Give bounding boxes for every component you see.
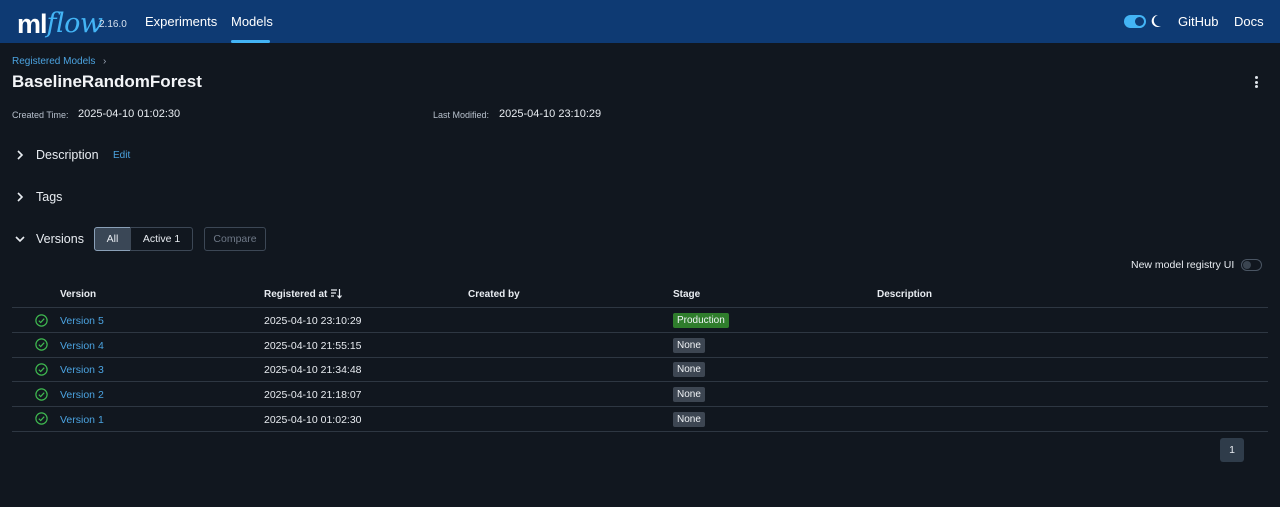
column-header-stage: Stage	[673, 289, 701, 300]
nav-active-indicator	[231, 40, 270, 43]
nav-models[interactable]: Models	[231, 14, 273, 29]
column-header-version: Version	[60, 289, 97, 300]
theme-toggle[interactable]	[1124, 15, 1146, 28]
stage-badge: None	[673, 362, 705, 377]
created-time-value: 2025-04-10 01:02:30	[78, 108, 181, 120]
page-title: BaselineRandomForest	[12, 72, 202, 91]
check-circle-icon	[35, 314, 48, 327]
table-row-divider	[12, 381, 1268, 382]
nav-docs[interactable]: Docs	[1234, 14, 1264, 29]
version-link[interactable]: Version 4	[60, 340, 104, 352]
filter-active-button[interactable]: Active 1	[130, 227, 193, 251]
stage-badge: None	[673, 387, 705, 402]
chevron-right-icon[interactable]	[14, 191, 26, 203]
registered-at-cell: 2025-04-10 21:18:07	[264, 389, 362, 401]
table-row-divider	[12, 431, 1268, 432]
description-section-title[interactable]: Description	[36, 148, 99, 162]
breadcrumb-registered-models[interactable]: Registered Models	[12, 56, 95, 67]
column-header-description: Description	[877, 289, 933, 300]
table-row-divider	[12, 332, 1268, 333]
kebab-menu-icon[interactable]	[1250, 74, 1262, 90]
version-link[interactable]: Version 3	[60, 364, 104, 376]
moon-icon[interactable]	[1150, 14, 1162, 28]
new-registry-ui-label: New model registry UI	[1131, 259, 1235, 271]
registered-at-cell: 2025-04-10 01:02:30	[264, 414, 362, 426]
stage-badge: None	[673, 338, 705, 353]
chevron-down-icon[interactable]	[14, 233, 26, 245]
chevron-right-icon[interactable]	[14, 149, 26, 161]
registered-at-cell: 2025-04-10 23:10:29	[264, 315, 362, 327]
registered-at-cell: 2025-04-10 21:34:48	[264, 364, 362, 376]
stage-badge: Production	[673, 313, 729, 328]
column-header-created-by: Created by	[468, 289, 520, 300]
created-time-label: Created Time:	[12, 110, 69, 120]
last-modified-value: 2025-04-10 23:10:29	[499, 108, 602, 120]
table-row-divider	[12, 357, 1268, 358]
new-registry-ui-switch[interactable]	[1241, 259, 1262, 271]
nav-github[interactable]: GitHub	[1178, 14, 1218, 29]
check-circle-icon	[35, 412, 48, 425]
column-header-registered[interactable]: Registered at	[264, 289, 327, 300]
last-modified-label: Last Modified:	[433, 110, 490, 120]
tags-section-title[interactable]: Tags	[36, 190, 62, 204]
table-row-divider	[12, 406, 1268, 407]
versions-section-title[interactable]: Versions	[36, 232, 84, 246]
version-link[interactable]: Version 5	[60, 315, 104, 327]
edit-description-link[interactable]: Edit	[113, 150, 130, 161]
mlflow-logo[interactable]: ml flow	[17, 3, 104, 40]
version-link[interactable]: Version 2	[60, 389, 104, 401]
check-circle-icon	[35, 338, 48, 351]
sort-descending-icon[interactable]	[330, 288, 342, 299]
check-circle-icon	[35, 363, 48, 376]
nav-experiments[interactable]: Experiments	[145, 14, 217, 29]
pagination-page-1[interactable]: 1	[1220, 438, 1244, 462]
registered-at-cell: 2025-04-10 21:55:15	[264, 340, 362, 352]
filter-all-button[interactable]: All	[94, 227, 131, 251]
logo-flow-text: flow	[46, 8, 104, 39]
version-link[interactable]: Version 1	[60, 414, 104, 426]
compare-button[interactable]: Compare	[204, 227, 266, 251]
stage-badge: None	[673, 412, 705, 427]
table-header-divider	[12, 307, 1268, 308]
top-nav-bar: ml flow 2.16.0 Experiments Models GitHub…	[0, 0, 1280, 43]
app-version: 2.16.0	[99, 19, 127, 30]
logo-ml-text: ml	[17, 9, 47, 39]
check-circle-icon	[35, 388, 48, 401]
breadcrumb-separator: ›	[103, 56, 107, 67]
